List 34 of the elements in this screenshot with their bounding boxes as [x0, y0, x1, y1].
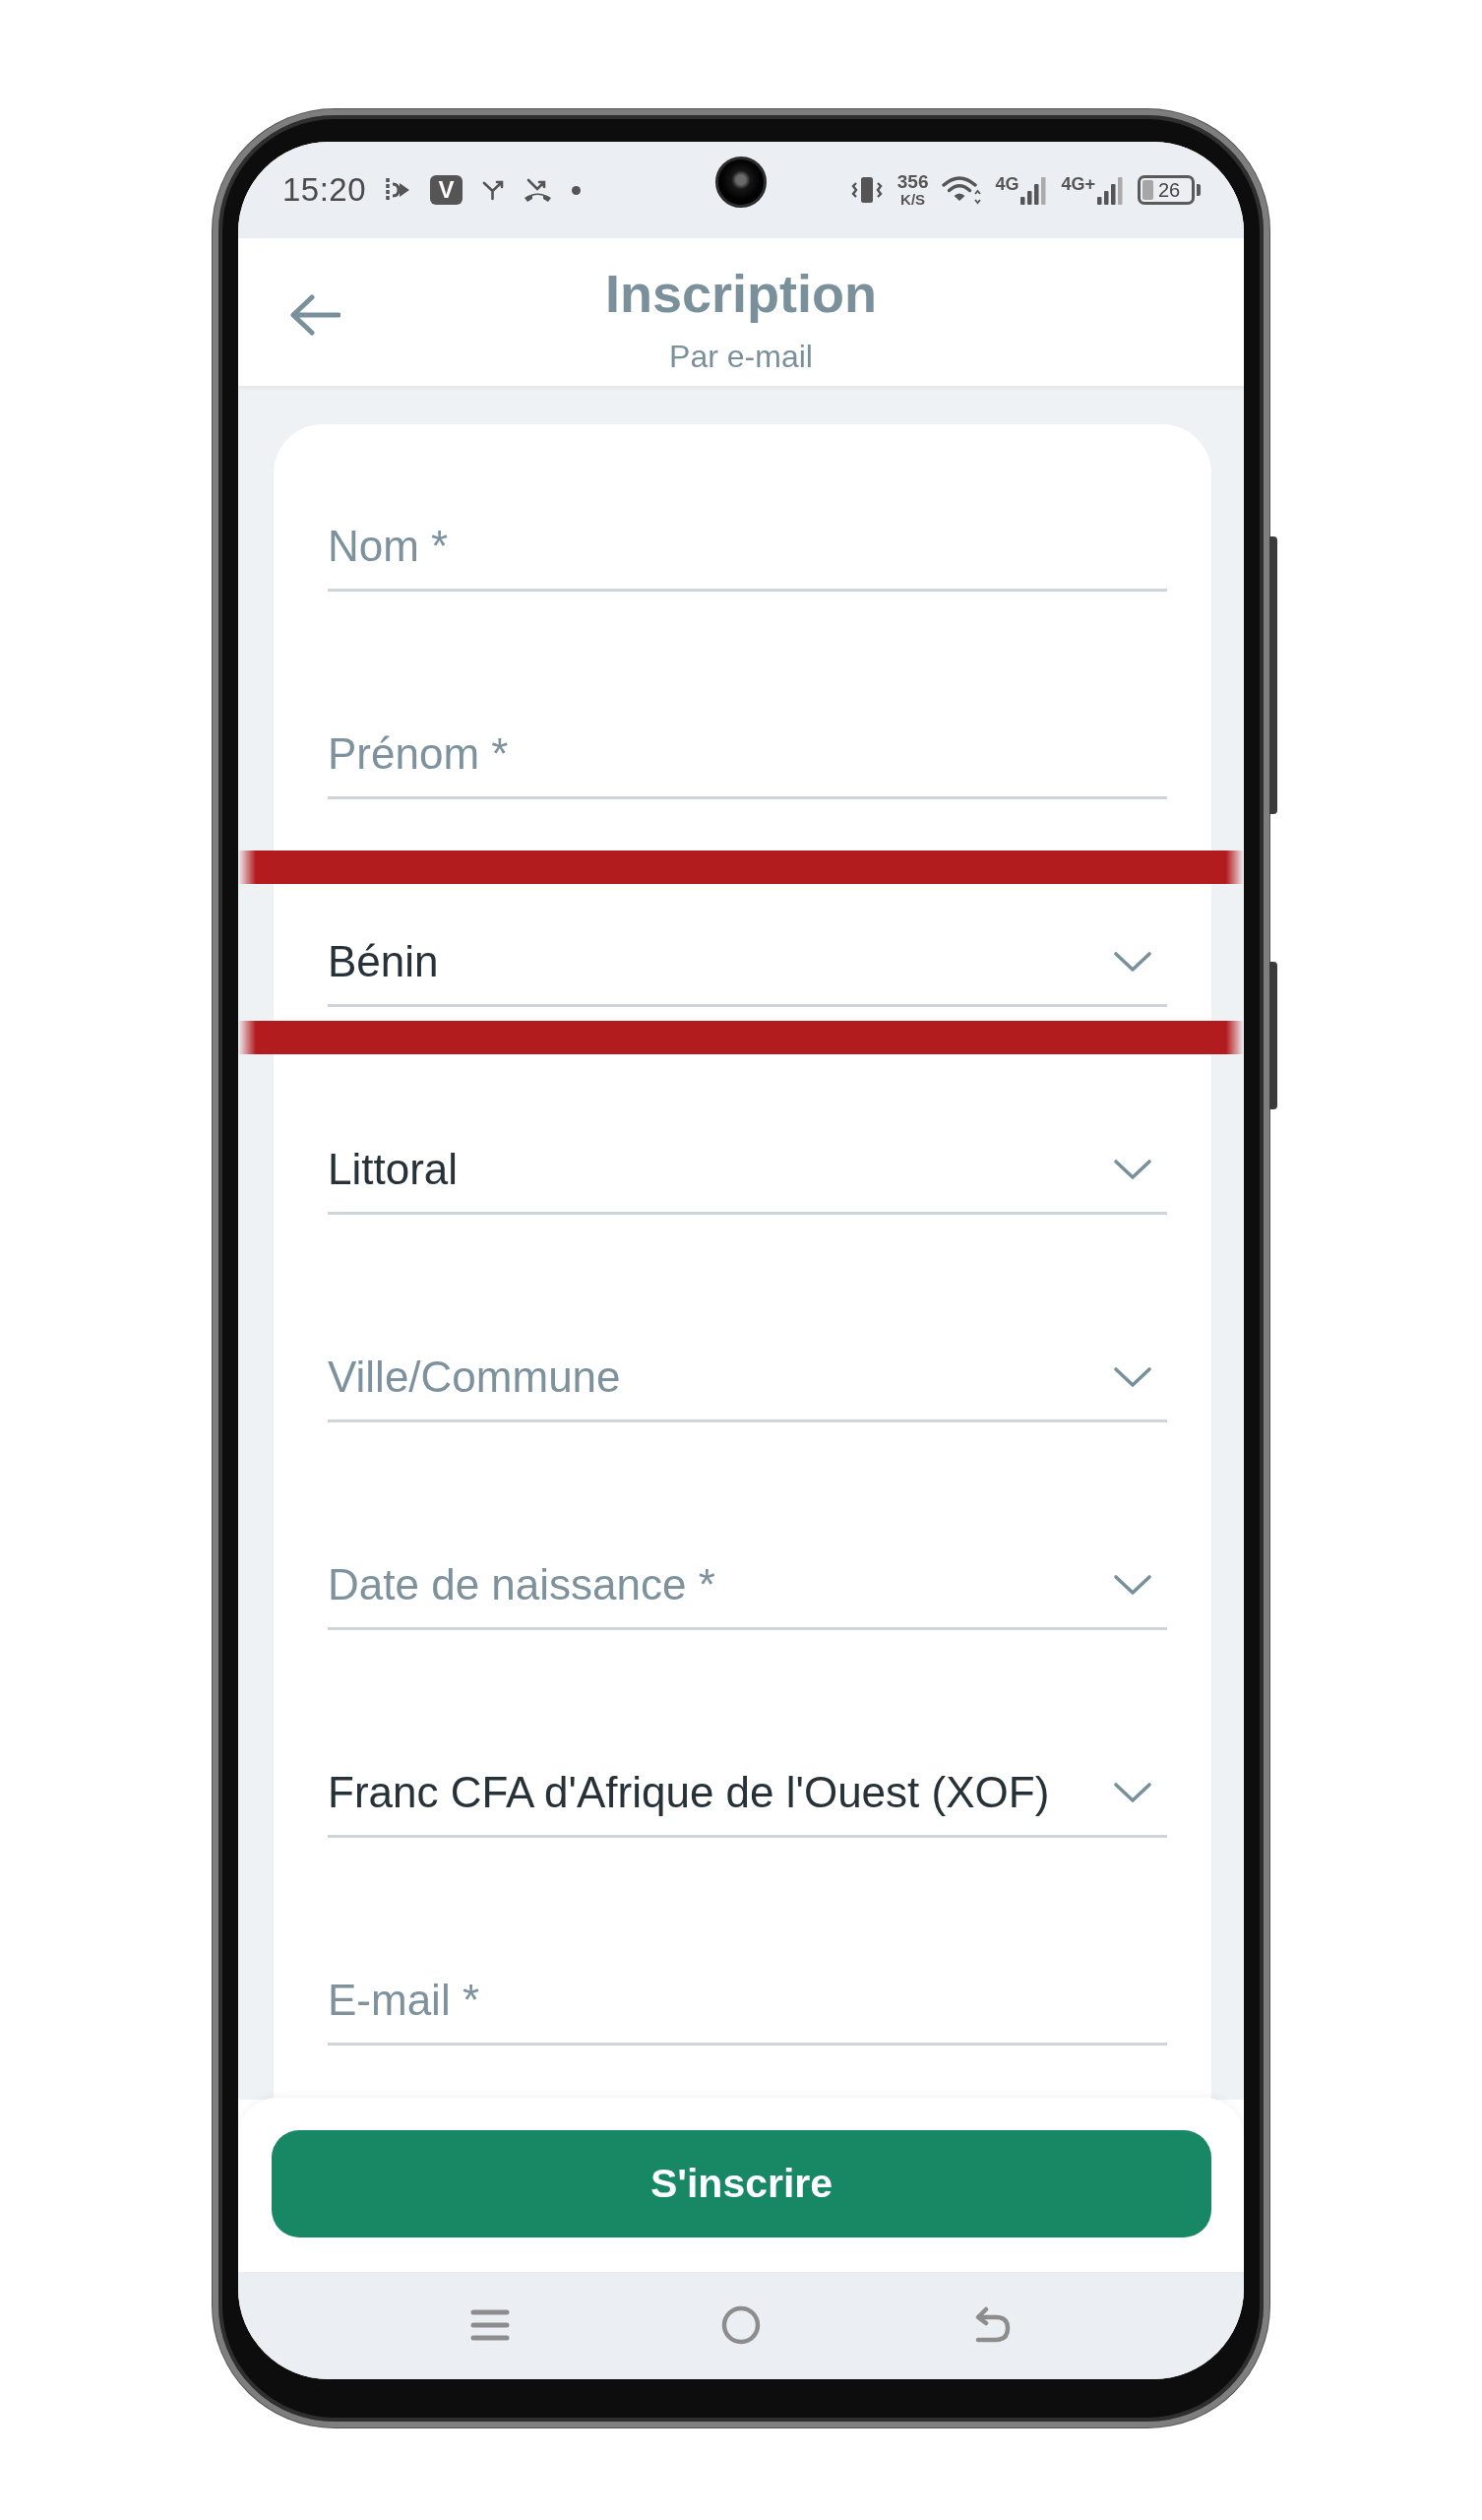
- menu-icon[interactable]: [470, 2307, 510, 2342]
- back-button[interactable]: [289, 294, 340, 336]
- arrow-left-icon: [289, 294, 340, 336]
- signal-icon: [1019, 175, 1048, 205]
- signal-icon: [1096, 175, 1124, 205]
- chevron-down-icon: [1113, 1159, 1152, 1180]
- chevron-down-icon: [1113, 1366, 1152, 1388]
- camera-lens-icon: [715, 157, 767, 208]
- net-speed-value: 356: [896, 172, 929, 192]
- vibrate-icon: [849, 175, 884, 205]
- dot-icon: [572, 185, 582, 195]
- app-badge: V: [430, 175, 463, 205]
- battery-fill: [1142, 180, 1153, 200]
- chevron-down-icon: [1113, 1574, 1152, 1596]
- dropdown-field[interactable]: Bénin: [328, 931, 1167, 1007]
- wifi-icon: [942, 174, 982, 206]
- network-type: 4G+: [1061, 175, 1095, 193]
- status-time: 15:20: [282, 171, 367, 209]
- signup-button[interactable]: S'inscrire: [272, 2130, 1211, 2237]
- chevron-down-icon: [1113, 951, 1152, 973]
- text-field[interactable]: Nom *: [328, 516, 1167, 592]
- battery-percent: 26: [1157, 180, 1181, 200]
- network-type: 4G: [995, 175, 1019, 193]
- missed-call-icon: [523, 177, 554, 203]
- page-subtitle: Par e-mail: [669, 338, 813, 376]
- text-field[interactable]: E-mail *: [328, 1970, 1167, 2046]
- page-title: Inscription: [605, 263, 877, 325]
- text-field[interactable]: Prénom *: [328, 724, 1167, 799]
- chevron-down-icon: [1113, 1782, 1152, 1803]
- dropdown-field[interactable]: Franc CFA d'Afrique de l'Ouest (XOF): [328, 1762, 1167, 1838]
- fork-icon: [481, 179, 505, 201]
- dropdown-field[interactable]: Littoral: [328, 1139, 1167, 1215]
- home-icon[interactable]: [721, 2304, 761, 2345]
- net-speed-unit: K/S: [900, 192, 926, 208]
